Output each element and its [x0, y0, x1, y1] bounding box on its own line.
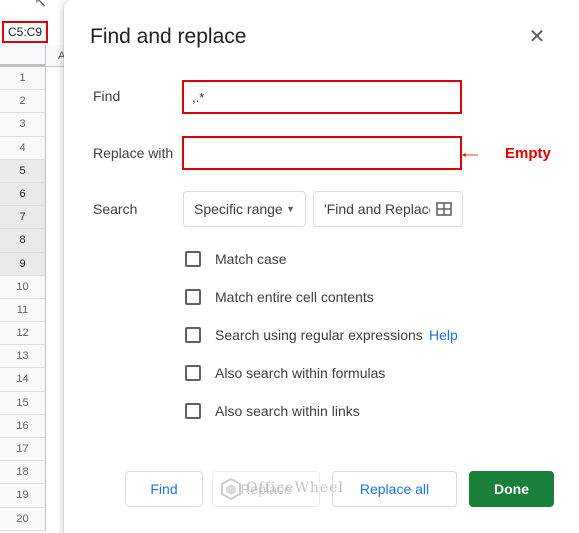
search-scope-select[interactable]: Specific range ▼	[183, 191, 306, 227]
row-header[interactable]: 1	[0, 67, 46, 91]
row-header[interactable]: 9	[0, 252, 46, 276]
row-header[interactable]: 12	[0, 322, 46, 346]
row-header[interactable]: 4	[0, 136, 46, 160]
close-icon[interactable]: ✕	[526, 26, 548, 48]
dialog-title: Find and replace	[90, 25, 247, 48]
regex-checkbox[interactable]	[185, 327, 201, 343]
find-replace-dialog: Find and replace ✕ Find Replace with Sea…	[64, 0, 579, 533]
match-entire-cell-label[interactable]: Match entire cell contents	[215, 289, 374, 305]
annotation-label: Empty	[505, 145, 551, 162]
within-formulas-label[interactable]: Also search within formulas	[215, 365, 385, 381]
find-label: Find	[93, 88, 121, 104]
row-header[interactable]: 8	[0, 229, 46, 253]
match-case-label[interactable]: Match case	[215, 251, 287, 267]
name-box[interactable]: C5:C9	[2, 21, 48, 43]
row-header[interactable]: 10	[0, 275, 46, 299]
row-header[interactable]: 7	[0, 206, 46, 230]
range-input[interactable]: 'Find and Replace'!C5:C9	[313, 191, 463, 227]
replace-with-input[interactable]	[182, 136, 462, 170]
row-header[interactable]: 15	[0, 391, 46, 415]
find-button[interactable]: Find	[125, 471, 203, 507]
match-entire-cell-checkbox[interactable]	[185, 289, 201, 305]
row-header[interactable]: 5	[0, 159, 46, 183]
row-header[interactable]: 11	[0, 298, 46, 323]
format-paint-icon[interactable]: ↖	[34, 0, 47, 12]
regex-label[interactable]: Search using regular expressions	[215, 327, 423, 343]
row-header[interactable]: 14	[0, 368, 46, 392]
search-label: Search	[93, 201, 138, 217]
find-input[interactable]	[182, 80, 462, 114]
row-header[interactable]: 20	[0, 507, 46, 531]
replace-with-label: Replace with	[93, 145, 174, 161]
within-links-label[interactable]: Also search within links	[215, 403, 360, 419]
row-header[interactable]: 3	[0, 113, 46, 137]
regex-help-link[interactable]: Help	[429, 327, 458, 343]
range-value: 'Find and Replace'!C5:C9	[324, 201, 430, 217]
row-header[interactable]: 19	[0, 484, 46, 508]
within-formulas-checkbox[interactable]	[185, 365, 201, 381]
row-header[interactable]: 13	[0, 345, 46, 369]
search-scope-value: Specific range	[194, 201, 283, 217]
row-header[interactable]: 2	[0, 90, 46, 114]
annotation-arrow-icon	[462, 153, 478, 157]
row-header[interactable]: 16	[0, 414, 46, 438]
done-button[interactable]: Done	[469, 471, 554, 507]
row-header[interactable]: 6	[0, 182, 46, 207]
within-links-checkbox[interactable]	[185, 403, 201, 419]
replace-all-button[interactable]: Replace all	[332, 471, 457, 507]
row-header[interactable]: 17	[0, 438, 46, 462]
dropdown-caret-icon: ▼	[286, 204, 295, 214]
match-case-checkbox[interactable]	[185, 251, 201, 267]
row-header[interactable]: 18	[0, 461, 46, 485]
select-all-corner[interactable]	[0, 45, 46, 67]
replace-button[interactable]: Replace	[212, 471, 320, 507]
row-headers: 1 2 3 4 5 6 7 8 9 10 11 12 13 14 15 16 17 18 19 20	[0, 67, 46, 531]
grid-icon[interactable]	[436, 202, 452, 216]
